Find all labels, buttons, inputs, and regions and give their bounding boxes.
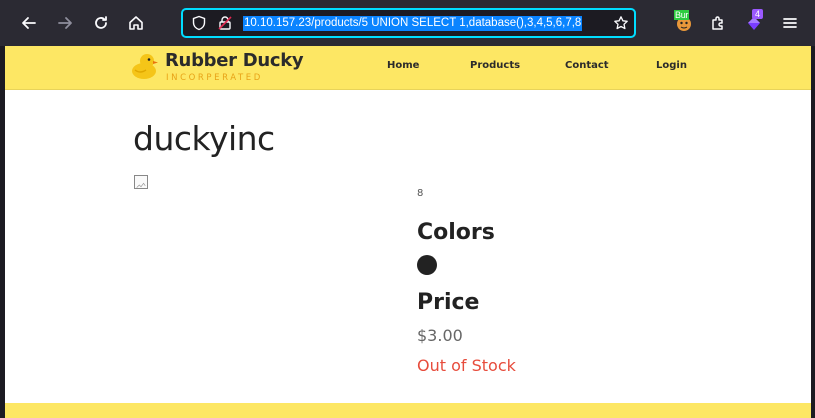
rubber-duck-icon — [132, 54, 158, 79]
window-edge-left — [0, 46, 5, 418]
stock-status: Out of Stock — [417, 356, 516, 375]
addon-badge: 4 — [752, 9, 764, 19]
hamburger-menu-icon — [783, 18, 797, 28]
brand-logo[interactable]: Rubber Ducky INCORPERATED — [129, 49, 304, 87]
forward-button[interactable] — [50, 8, 80, 38]
url-text[interactable]: 10.10.157.23/products/5 UNION SELECT 1,d… — [243, 16, 583, 31]
site-footer — [5, 403, 811, 418]
product-title: duckyinc — [133, 119, 275, 158]
browser-toolbar: 10.10.157.23/products/5 UNION SELECT 1,d… — [0, 0, 815, 46]
burp-label: Bur — [674, 10, 690, 20]
puzzle-icon — [712, 16, 723, 30]
price-heading: Price — [417, 290, 480, 315]
product-stock-number: 8 — [417, 188, 424, 199]
shield-icon[interactable] — [191, 15, 207, 31]
extensions-button[interactable] — [703, 8, 733, 38]
insecure-lock-icon[interactable] — [217, 15, 233, 31]
burp-extension-button[interactable]: Bur — [674, 10, 694, 32]
menu-button[interactable] — [775, 8, 805, 38]
nav-home[interactable]: Home — [387, 60, 419, 71]
back-button[interactable] — [14, 8, 44, 38]
colors-heading: Colors — [417, 220, 495, 245]
nav-contact[interactable]: Contact — [565, 60, 609, 71]
arrow-left-icon — [22, 17, 36, 29]
reload-icon — [95, 16, 107, 29]
brand-name: Rubber Ducky — [165, 50, 304, 71]
nav-products[interactable]: Products — [470, 60, 520, 71]
reload-button[interactable] — [86, 8, 116, 38]
nav-login[interactable]: Login — [656, 60, 687, 71]
url-bar[interactable]: 10.10.157.23/products/5 UNION SELECT 1,d… — [181, 8, 636, 38]
home-button[interactable] — [121, 8, 151, 38]
price-value: $3.00 — [417, 326, 463, 345]
broken-image-icon — [134, 175, 148, 189]
home-icon — [129, 16, 143, 30]
brand-subtitle: INCORPERATED — [166, 73, 263, 83]
page-viewport: Rubber Ducky INCORPERATED Home Products … — [5, 46, 811, 418]
arrow-right-icon — [58, 17, 72, 29]
bookmark-star-icon[interactable] — [613, 15, 629, 31]
site-header: Rubber Ducky INCORPERATED Home Products … — [5, 46, 811, 90]
window-edge-right — [811, 46, 815, 418]
color-swatch[interactable] — [417, 255, 437, 275]
